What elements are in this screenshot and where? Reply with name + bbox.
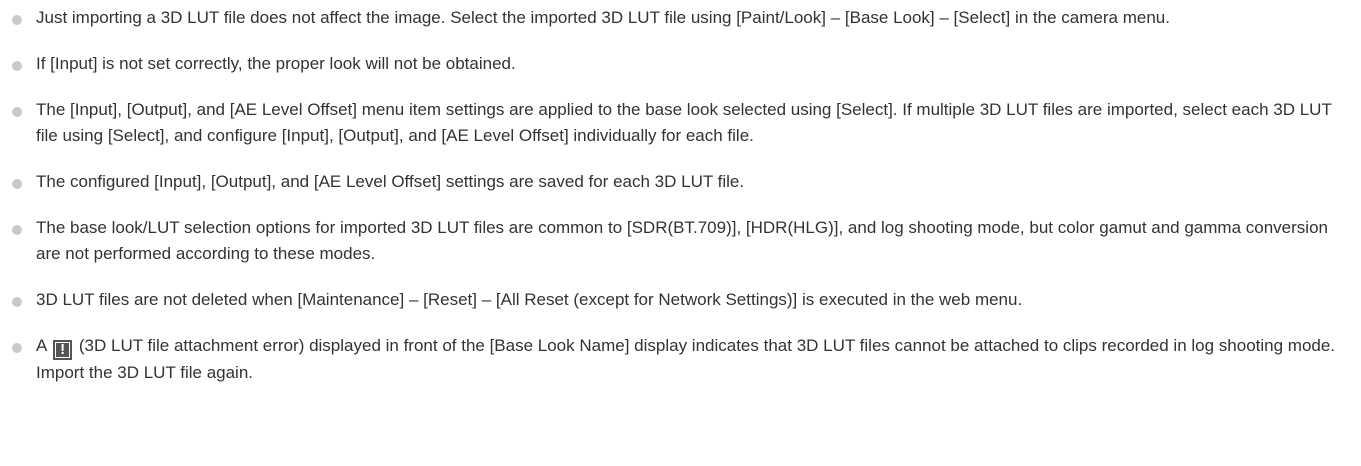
list-item: If [Input] is not set correctly, the pro… bbox=[12, 51, 1341, 77]
list-item: The base look/LUT selection options for … bbox=[12, 215, 1341, 267]
bullet-icon bbox=[12, 297, 22, 307]
note-text: If [Input] is not set correctly, the pro… bbox=[36, 54, 516, 73]
exclamation-icon: ! bbox=[53, 340, 73, 360]
bullet-icon bbox=[12, 343, 22, 353]
list-item: Just importing a 3D LUT file does not af… bbox=[12, 5, 1341, 31]
bullet-icon bbox=[12, 179, 22, 189]
note-text: The base look/LUT selection options for … bbox=[36, 218, 1328, 263]
list-item: The configured [Input], [Output], and [A… bbox=[12, 169, 1341, 195]
bullet-icon bbox=[12, 61, 22, 71]
bullet-icon bbox=[12, 225, 22, 235]
list-item: 3D LUT files are not deleted when [Maint… bbox=[12, 287, 1341, 313]
list-item: A ! (3D LUT file attachment error) displ… bbox=[12, 333, 1341, 386]
notes-list: Just importing a 3D LUT file does not af… bbox=[0, 0, 1361, 386]
bullet-icon bbox=[12, 15, 22, 25]
note-text: The configured [Input], [Output], and [A… bbox=[36, 172, 745, 191]
note-text: 3D LUT files are not deleted when [Maint… bbox=[36, 290, 1023, 309]
note-text-prefix: A bbox=[36, 336, 47, 355]
note-text-suffix: (3D LUT file attachment error) displayed… bbox=[36, 336, 1336, 382]
note-text: Just importing a 3D LUT file does not af… bbox=[36, 8, 1170, 27]
bullet-icon bbox=[12, 107, 22, 117]
list-item: The [Input], [Output], and [AE Level Off… bbox=[12, 97, 1341, 149]
note-text: The [Input], [Output], and [AE Level Off… bbox=[36, 100, 1332, 145]
